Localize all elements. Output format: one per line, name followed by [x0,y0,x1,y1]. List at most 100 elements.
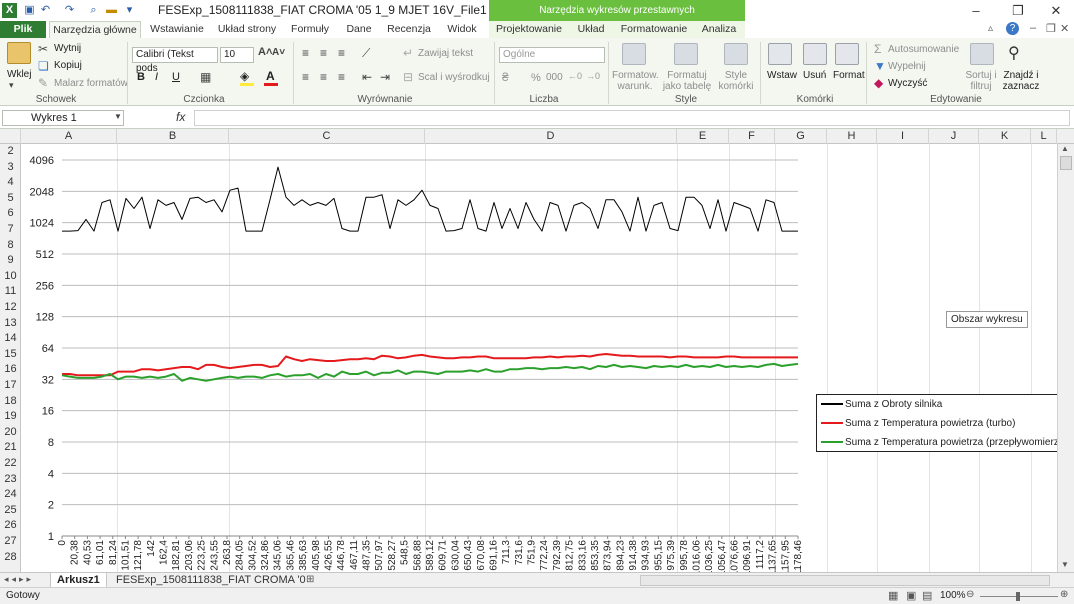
format-cells-button[interactable]: Format [833,70,865,81]
binoculars-icon[interactable]: ⚲ [1008,43,1020,63]
tab-analyze[interactable]: Analiza [698,21,740,38]
zoom-slider-thumb[interactable] [1016,592,1020,601]
chart-legend[interactable]: Suma z Obroty silnika Suma z Temperatura… [816,394,1062,452]
tab-review[interactable]: Recenzja [386,21,432,38]
conditional-format-button[interactable]: Formatow. warunk. [612,70,659,92]
undo-icon[interactable]: ↶ [38,3,53,18]
format-cells-icon[interactable] [835,43,859,65]
insert-sheet-icon[interactable]: ⊞ [306,574,314,585]
wrap-text-button[interactable]: Zawijaj tekst [418,48,473,59]
formula-input[interactable] [194,110,1070,126]
row-header[interactable]: 4 [0,176,21,188]
column-header[interactable]: H [827,129,877,144]
column-header[interactable]: L [1031,129,1057,144]
italic-button[interactable]: I [155,71,158,83]
decrease-decimal-icon[interactable]: →0 [586,71,600,81]
row-header[interactable]: 28 [0,551,21,563]
column-header[interactable]: D [425,129,677,144]
restore-icon[interactable]: ❐ [1004,2,1032,19]
currency-icon[interactable]: ₴ [502,70,509,84]
row-header[interactable]: 24 [0,488,21,500]
insert-cells-button[interactable]: Wstaw [767,70,797,81]
column-header[interactable]: E [677,129,729,144]
column-header[interactable]: G [775,129,827,144]
conditional-format-icon[interactable] [622,43,646,65]
scroll-down-icon[interactable]: ▼ [1061,560,1069,569]
thousands-button[interactable]: 000 [546,72,563,83]
delete-cells-button[interactable]: Usuń [803,70,826,81]
autosum-icon[interactable]: Σ [874,42,881,56]
minimize-icon[interactable]: – [962,2,990,19]
redo-icon[interactable]: ↷ [62,3,77,18]
row-header[interactable]: 23 [0,473,21,485]
column-header[interactable]: K [979,129,1031,144]
underline-button[interactable]: U [172,71,180,83]
tab-insert[interactable]: Wstawianie [146,21,208,38]
fill-color-icon[interactable]: ◈ [240,69,249,83]
row-header[interactable]: 26 [0,519,21,531]
scroll-thumb[interactable] [1060,156,1072,170]
clear-icon[interactable]: ◆ [874,76,883,90]
zoom-level[interactable]: 100% [940,590,966,601]
paste-icon[interactable] [7,42,31,64]
insert-cells-icon[interactable] [768,43,792,65]
tab-formulas[interactable]: Formuły [287,21,333,38]
row-header[interactable]: 6 [0,207,21,219]
row-header[interactable]: 16 [0,363,21,375]
tab-layout[interactable]: Układ [574,21,608,38]
open-folder-icon[interactable]: ▬ [104,3,119,18]
row-header[interactable]: 12 [0,301,21,313]
workbook-restore-icon[interactable]: ❐ [1046,22,1056,35]
shrink-font-icon[interactable]: A˅ [272,47,285,58]
tab-file[interactable]: Plik [0,21,46,38]
row-header[interactable]: 27 [0,535,21,547]
page-layout-view-icon[interactable]: ▣ [906,589,916,602]
sort-filter-icon[interactable] [970,43,994,65]
row-header[interactable]: 11 [0,285,21,297]
align-middle-icon[interactable]: ≡ [320,46,327,60]
paste-button[interactable]: Wklej [7,69,31,80]
tab-data[interactable]: Dane [340,21,378,38]
tab-design[interactable]: Projektowanie [494,21,564,38]
close-icon[interactable]: ✕ [1042,2,1070,19]
format-as-table-button[interactable]: Formatuj jako tabelę [660,70,714,92]
vertical-scrollbar[interactable]: ▲ ▼ [1057,144,1074,572]
grow-font-icon[interactable]: A˄ [258,46,272,58]
row-header[interactable]: 14 [0,332,21,344]
merge-center-icon[interactable]: ⊟ [403,70,413,84]
row-header[interactable]: 10 [0,270,21,282]
sheet-tab[interactable]: FESExp_1508111838_FIAT CROMA '0 [110,573,312,588]
align-bottom-icon[interactable]: ≡ [338,46,345,60]
workbook-close-icon[interactable]: ✕ [1060,22,1069,35]
page-break-view-icon[interactable]: ▤ [922,589,932,602]
copy-button[interactable]: Kopiuj [54,60,82,71]
font-size-select[interactable]: 10 [220,47,254,63]
row-header[interactable]: 3 [0,161,21,173]
cell-styles-icon[interactable] [724,43,748,65]
normal-view-icon[interactable]: ▦ [888,589,898,602]
column-header[interactable]: B [117,129,229,144]
row-header[interactable]: 5 [0,192,21,204]
cut-button[interactable]: Wytnij [54,43,81,54]
borders-icon[interactable]: ▦ [200,70,211,84]
sheet-tab-active[interactable]: Arkusz1 [50,573,107,588]
sheet-nav-icon[interactable]: ◂◂▸▸ [4,574,34,585]
orientation-icon[interactable]: ⟋ [362,46,370,61]
row-header[interactable]: 20 [0,426,21,438]
wrap-text-icon[interactable]: ↵ [403,46,413,60]
increase-indent-icon[interactable]: ⇥ [380,70,390,84]
pivot-chart[interactable]: 1248163264128256512102420484096 0 20,38 40… [22,148,1062,576]
row-header[interactable]: 22 [0,457,21,469]
column-header[interactable]: F [729,129,775,144]
cut-icon[interactable]: ✂ [38,42,48,56]
fill-button[interactable]: Wypełnij [888,61,926,72]
row-header[interactable]: 19 [0,410,21,422]
help-icon[interactable]: ? [1006,22,1019,35]
row-header[interactable]: 17 [0,379,21,391]
decrease-indent-icon[interactable]: ⇤ [362,70,372,84]
row-header[interactable]: 2 [0,145,21,157]
insert-function-icon[interactable]: fx [176,110,185,124]
clear-button[interactable]: Wyczyść [888,78,927,89]
column-header[interactable]: I [877,129,929,144]
delete-cells-icon[interactable] [803,43,827,65]
